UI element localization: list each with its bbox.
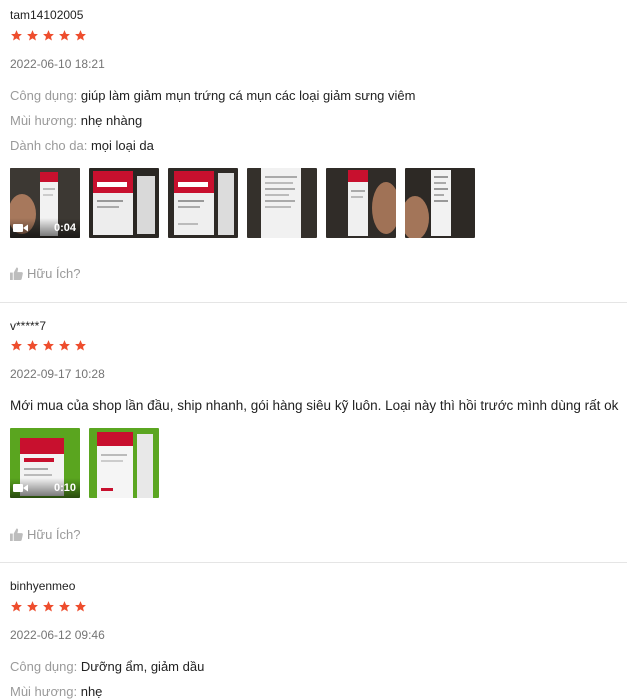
review-author: v*****7 [10,319,47,333]
star-icon [26,29,39,42]
star-icon [74,600,87,613]
star-icon [74,339,87,352]
review-video-thumbnail[interactable]: 0:04 [10,168,80,238]
attribute-key: Công dụng: [10,88,78,103]
star-icon [26,600,39,613]
review-item: v*****7 2022-09-17 10:28 Mới mua của sho… [0,303,627,562]
attribute-key: Mùi hương: [10,113,78,128]
attribute-value: giúp làm giảm mụn trứng cá mụn các loại … [80,88,416,103]
attribute-value: Dưỡng ẩm, giảm dầu [80,659,205,674]
video-camera-icon [13,223,29,233]
thumbs-up-icon [10,528,23,541]
video-duration: 0:10 [53,482,76,494]
review-video-thumbnail[interactable]: 0:10 [10,428,80,498]
review-attribute: Mùi hương: nhẹ nhàng [10,113,142,128]
attribute-key: Mùi hương: [10,684,78,699]
star-icon [10,339,23,352]
star-icon [74,29,87,42]
star-icon [58,29,71,42]
review-attribute: Mùi hương: nhẹ [10,684,102,699]
star-icon [42,600,55,613]
rating-stars [10,29,87,45]
video-duration: 0:04 [53,222,76,234]
helpful-label: Hữu Ích? [27,266,81,281]
rating-stars [10,339,87,355]
star-icon [58,600,71,613]
review-media-list: 0:04 [10,168,475,238]
review-author: tam14102005 [10,8,84,22]
review-comment: Mới mua của shop lần đầu, ship nhanh, gó… [10,398,619,413]
star-icon [42,29,55,42]
review-item: binhyenmeo 2022-06-12 09:46 Công dụng: D… [0,563,627,700]
review-image-thumbnail[interactable] [247,168,317,238]
star-icon [10,600,23,613]
attribute-value: nhẹ nhàng [80,113,143,128]
star-icon [26,339,39,352]
star-icon [42,339,55,352]
helpful-button[interactable]: Hữu Ích? [10,266,81,281]
review-attribute: Công dụng: giúp làm giảm mụn trứng cá mụ… [10,88,415,103]
star-icon [58,339,71,352]
attribute-key: Dành cho da: [10,138,88,153]
review-author: binhyenmeo [10,579,76,593]
review-date: 2022-06-10 18:21 [10,57,105,71]
attribute-value: nhẹ [80,684,103,699]
review-item: tam14102005 2022-06-10 18:21 Công dụng: … [0,0,627,302]
review-date: 2022-06-12 09:46 [10,628,105,642]
review-image-thumbnail[interactable] [326,168,396,238]
review-image-thumbnail[interactable] [168,168,238,238]
attribute-value: mọi loại da [90,138,154,153]
video-overlay: 0:10 [10,478,80,498]
review-attribute: Công dụng: Dưỡng ẩm, giảm dầu [10,659,204,674]
review-attribute: Dành cho da: mọi loại da [10,138,154,153]
review-date: 2022-09-17 10:28 [10,367,105,381]
video-camera-icon [13,483,29,493]
review-image-thumbnail[interactable] [89,168,159,238]
attribute-key: Công dụng: [10,659,78,674]
star-icon [10,29,23,42]
rating-stars [10,600,87,616]
video-overlay: 0:04 [10,218,80,238]
helpful-label: Hữu Ích? [27,527,81,542]
review-image-thumbnail[interactable] [89,428,159,498]
review-media-list: 0:10 [10,428,159,498]
helpful-button[interactable]: Hữu Ích? [10,527,81,542]
thumbs-up-icon [10,267,23,280]
review-image-thumbnail[interactable] [405,168,475,238]
